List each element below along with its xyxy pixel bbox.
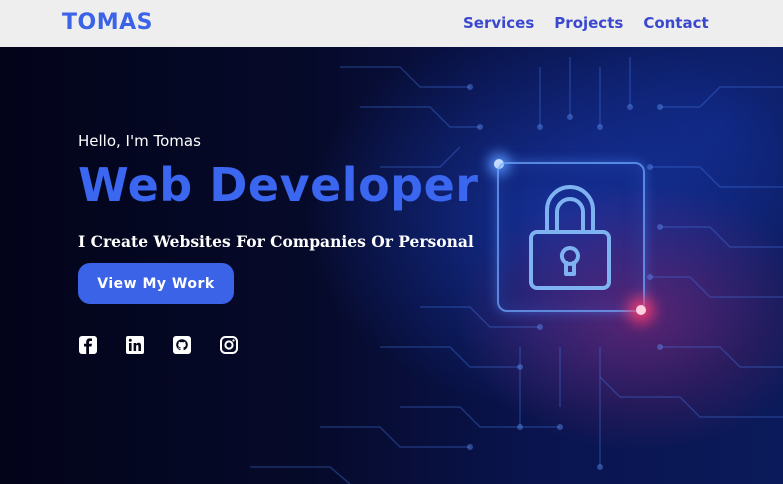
instagram-icon[interactable] [219, 335, 239, 355]
view-my-work-button[interactable]: View My Work [78, 263, 234, 304]
logo[interactable]: TOMAS [62, 10, 153, 35]
glow-highlight-red [636, 305, 646, 315]
hero-section: Hello, I'm Tomas Web Developer I Create … [0, 47, 783, 484]
facebook-icon[interactable] [78, 335, 98, 355]
nav-link-contact[interactable]: Contact [643, 14, 708, 32]
navbar: TOMAS Services Projects Contact [0, 0, 783, 47]
hero-headline: Web Developer [78, 158, 479, 212]
nav-links: Services Projects Contact [463, 14, 729, 32]
social-links [78, 335, 266, 355]
nav-link-projects[interactable]: Projects [554, 14, 623, 32]
github-icon[interactable] [172, 335, 192, 355]
linkedin-icon[interactable] [125, 335, 145, 355]
hero-tagline: I Create Websites For Companies Or Perso… [78, 232, 474, 251]
padlock-icon [529, 185, 611, 290]
hero-greeting: Hello, I'm Tomas [78, 132, 201, 150]
nav-link-services[interactable]: Services [463, 14, 534, 32]
